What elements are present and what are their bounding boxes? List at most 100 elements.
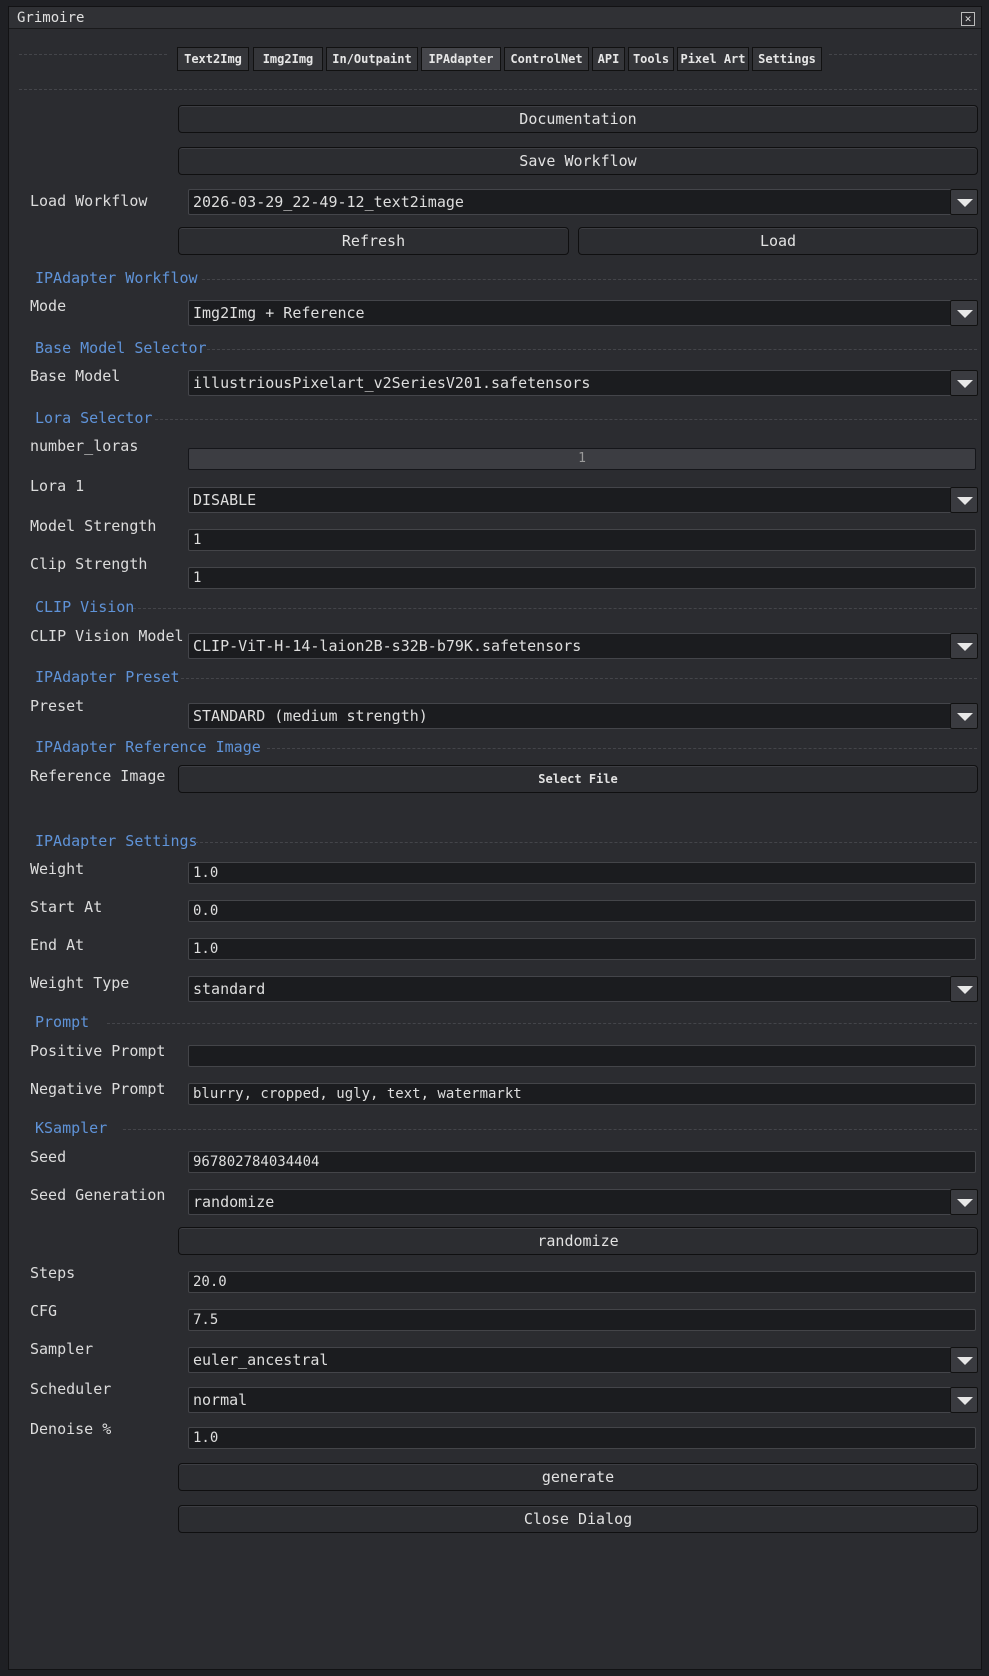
mode-dropdown[interactable]: Img2Img + Reference <box>188 300 978 326</box>
chevron-down-icon[interactable] <box>950 189 978 215</box>
close-dialog-button[interactable]: Close Dialog <box>178 1505 978 1533</box>
weight-type-label: Weight Type <box>30 974 130 992</box>
divider <box>19 54 167 55</box>
base-model-label: Base Model <box>30 367 121 385</box>
lora1-dropdown[interactable]: DISABLE <box>188 487 978 513</box>
positive-prompt-input[interactable] <box>188 1045 976 1067</box>
tab-controlnet[interactable]: ControlNet <box>504 47 589 71</box>
section-ipadapter-reference-image: IPAdapter Reference Image <box>35 738 261 756</box>
weight-type-dropdown[interactable]: standard <box>188 976 978 1002</box>
divider <box>133 608 977 609</box>
refresh-button[interactable]: Refresh <box>178 227 569 255</box>
negative-prompt-input[interactable]: blurry, cropped, ugly, text, watermarkt <box>188 1083 976 1105</box>
section-lora-selector: Lora Selector <box>35 409 153 427</box>
preset-dropdown[interactable]: STANDARD (medium strength) <box>188 703 978 729</box>
tab-api[interactable]: API <box>592 47 625 71</box>
chevron-down-icon[interactable] <box>950 1189 978 1215</box>
load-button[interactable]: Load <box>578 227 978 255</box>
chevron-down-icon[interactable] <box>950 487 978 513</box>
section-ksampler: KSampler <box>35 1119 108 1137</box>
weight-type-value: standard <box>193 980 266 998</box>
seed-generation-label: Seed Generation <box>30 1186 166 1204</box>
chevron-down-icon[interactable] <box>950 703 978 729</box>
documentation-button[interactable]: Documentation <box>178 105 978 133</box>
cfg-input[interactable]: 7.5 <box>188 1309 976 1331</box>
preset-label: Preset <box>30 697 85 715</box>
steps-label: Steps <box>30 1264 76 1282</box>
weight-input[interactable]: 1.0 <box>188 862 976 884</box>
section-ipadapter-settings: IPAdapter Settings <box>35 832 198 850</box>
chevron-down-icon[interactable] <box>950 300 978 326</box>
close-window-button[interactable]: ✕ <box>961 12 975 26</box>
model-strength-input[interactable]: 1 <box>188 529 976 551</box>
tab-settings[interactable]: Settings <box>752 47 822 71</box>
divider <box>123 1129 977 1130</box>
sampler-dropdown[interactable]: euler_ancestral <box>188 1347 978 1373</box>
start-at-input[interactable]: 0.0 <box>188 900 976 922</box>
preset-value: STANDARD (medium strength) <box>193 707 428 725</box>
seed-generation-dropdown[interactable]: randomize <box>188 1189 978 1215</box>
section-prompt: Prompt <box>35 1013 90 1031</box>
number-loras-slider[interactable]: 1 <box>188 448 976 470</box>
reference-image-label: Reference Image <box>30 767 166 785</box>
chevron-down-icon[interactable] <box>950 976 978 1002</box>
denoise-label: Denoise % <box>30 1420 112 1438</box>
divider <box>19 89 977 90</box>
divider <box>155 419 977 420</box>
clip-vision-model-dropdown[interactable]: CLIP-ViT-H-14-laion2B-s32B-b79K.safetens… <box>188 633 978 659</box>
clip-strength-label: Clip Strength <box>30 555 148 573</box>
chevron-down-icon[interactable] <box>950 1387 978 1413</box>
divider <box>181 678 977 679</box>
seed-input[interactable]: 967802784034404 <box>188 1151 976 1173</box>
divider <box>107 1023 977 1024</box>
load-workflow-value: 2026-03-29_22-49-12_text2image <box>193 193 464 211</box>
grimoire-window: Grimoire ✕ Text2Img Img2Img In/Outpaint … <box>8 6 982 1670</box>
negative-prompt-label: Negative Prompt <box>30 1080 166 1098</box>
tab-pixel-art[interactable]: Pixel Art <box>677 47 749 71</box>
close-icon: ✕ <box>964 12 972 25</box>
divider <box>195 842 977 843</box>
select-file-button[interactable]: Select File <box>178 765 978 793</box>
section-ipadapter-workflow: IPAdapter Workflow <box>35 269 198 287</box>
clip-strength-input[interactable]: 1 <box>188 567 976 589</box>
tab-tools[interactable]: Tools <box>628 47 674 71</box>
steps-input[interactable]: 20.0 <box>188 1271 976 1293</box>
base-model-dropdown[interactable]: illustriousPixelart_v2SeriesV201.safeten… <box>188 370 978 396</box>
tab-text2img[interactable]: Text2Img <box>177 47 249 71</box>
tab-in-outpaint[interactable]: In/Outpaint <box>326 47 418 71</box>
randomize-button[interactable]: randomize <box>178 1227 978 1255</box>
seed-generation-value: randomize <box>193 1193 275 1211</box>
scheduler-dropdown[interactable]: normal <box>188 1387 978 1413</box>
lora1-value: DISABLE <box>193 491 257 509</box>
tab-img2img[interactable]: Img2Img <box>253 47 323 71</box>
number-loras-label: number_loras <box>30 437 139 455</box>
chevron-down-icon[interactable] <box>950 1347 978 1373</box>
window-title: Grimoire <box>17 10 85 26</box>
divider <box>829 54 977 55</box>
load-workflow-dropdown[interactable]: 2026-03-29_22-49-12_text2image <box>188 189 978 215</box>
divider <box>202 279 977 280</box>
chevron-down-icon[interactable] <box>950 633 978 659</box>
section-ipadapter-preset: IPAdapter Preset <box>35 668 180 686</box>
tab-ipadapter[interactable]: IPAdapter <box>421 47 501 71</box>
clip-vision-model-label: CLIP Vision Model <box>30 627 184 645</box>
scheduler-value: normal <box>193 1391 248 1409</box>
cfg-label: CFG <box>30 1302 58 1320</box>
mode-value: Img2Img + Reference <box>193 304 365 322</box>
divider <box>207 349 977 350</box>
section-clip-vision: CLIP Vision <box>35 598 135 616</box>
clip-vision-model-value: CLIP-ViT-H-14-laion2B-s32B-b79K.safetens… <box>193 637 582 655</box>
generate-button[interactable]: generate <box>178 1463 978 1491</box>
end-at-input[interactable]: 1.0 <box>188 938 976 960</box>
denoise-input[interactable]: 1.0 <box>188 1427 976 1449</box>
chevron-down-icon[interactable] <box>950 370 978 396</box>
save-workflow-button[interactable]: Save Workflow <box>178 147 978 175</box>
end-at-label: End At <box>30 936 85 954</box>
weight-label: Weight <box>30 860 85 878</box>
positive-prompt-label: Positive Prompt <box>30 1042 166 1060</box>
load-workflow-label: Load Workflow <box>30 192 148 210</box>
section-base-model-selector: Base Model Selector <box>35 339 207 357</box>
seed-label: Seed <box>30 1148 67 1166</box>
title-bar[interactable]: Grimoire ✕ <box>9 7 981 29</box>
model-strength-label: Model Strength <box>30 517 157 535</box>
